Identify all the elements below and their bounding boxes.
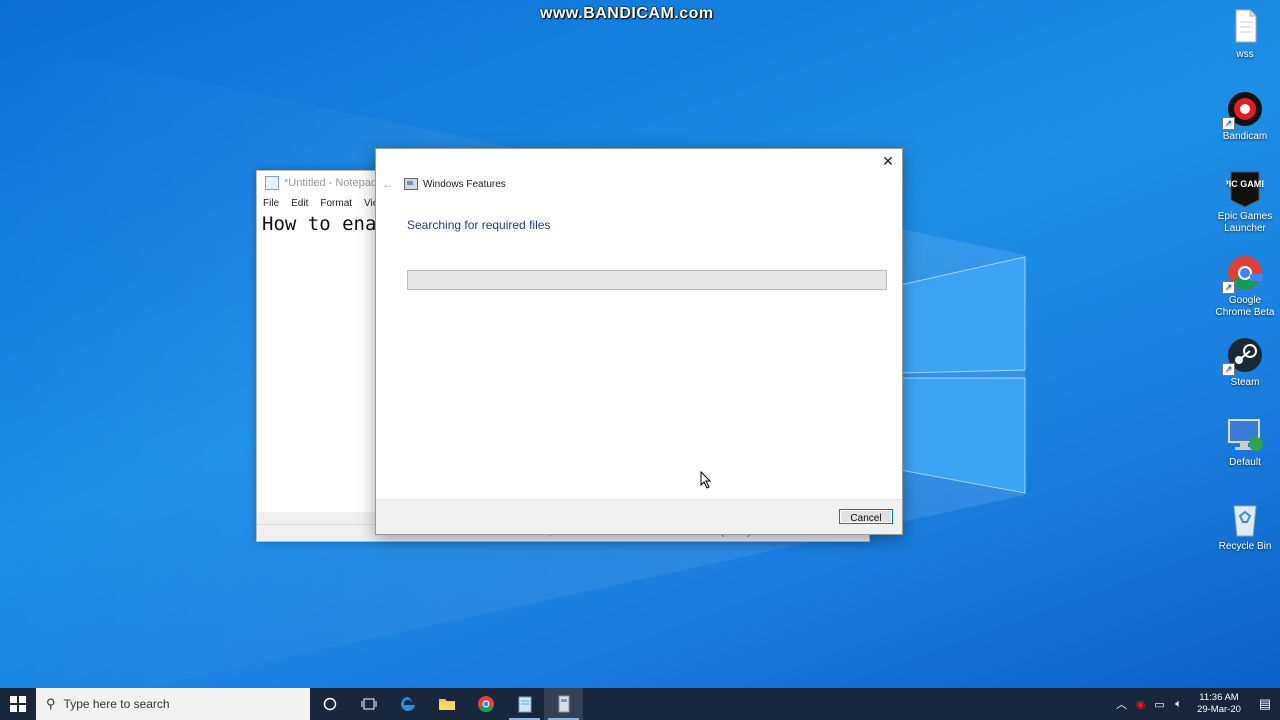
notification-icon[interactable]: ▤ — [1250, 696, 1280, 712]
menu-file[interactable]: File — [263, 198, 279, 209]
menu-edit[interactable]: Edit — [291, 198, 308, 209]
windows-features-icon — [404, 178, 418, 190]
windows-features-icon[interactable] — [544, 688, 583, 720]
file-explorer-icon[interactable] — [427, 688, 466, 720]
start-button[interactable] — [0, 688, 36, 720]
clock[interactable]: 11:36 AM 29-Mar-20 — [1188, 692, 1250, 716]
progress-bar — [407, 270, 887, 290]
search-icon: ⚲ — [46, 696, 56, 711]
desktop-icon-label: Epic Games Launcher — [1217, 211, 1273, 234]
chrome-beta-icon: ↗ — [1222, 254, 1264, 294]
windows-features-dialog[interactable]: ✕ ← Windows Features Searching for requi… — [375, 148, 903, 535]
dialog-footer: Cancel — [376, 499, 902, 534]
desktop-icon-label: Google Chrome Beta — [1215, 295, 1275, 318]
taskbar-search[interactable]: ⚲ Type here to search — [36, 688, 310, 720]
close-button[interactable]: ✕ — [880, 153, 896, 169]
document-icon — [1226, 8, 1264, 46]
clock-date: 29-Mar-20 — [1197, 704, 1241, 715]
taskbar: ⚲ Type here to search ︿ ◉ ▭ 🔈︎ 11:36 AM … — [0, 688, 1280, 720]
edge-icon[interactable] — [388, 688, 427, 720]
record-icon[interactable]: ◉ — [1131, 698, 1150, 711]
shortcut-arrow-icon: ↗ — [1222, 117, 1235, 130]
desktop-icon-default[interactable]: Default — [1210, 416, 1280, 469]
mouse-cursor-icon — [700, 471, 712, 489]
chrome-icon[interactable] — [466, 688, 505, 720]
cortana-icon[interactable] — [310, 688, 349, 720]
desktop-icon-label: wss — [1236, 49, 1254, 60]
notepad-title: *Untitled - Notepad — [284, 177, 377, 189]
desktop-icon-label: Steam — [1230, 377, 1260, 388]
desktop-icon-label: Recycle Bin — [1218, 541, 1272, 552]
desktop-icon-steam[interactable]: ↗ Steam — [1210, 336, 1280, 389]
shortcut-arrow-icon: ↗ — [1222, 281, 1235, 294]
task-view-icon[interactable] — [349, 688, 388, 720]
dialog-title: Windows Features — [423, 178, 506, 190]
clock-time: 11:36 AM — [1199, 692, 1239, 703]
desktop-icon-wss[interactable]: wss — [1210, 8, 1280, 61]
desktop-icon-label: Bandicam — [1222, 131, 1268, 142]
shortcut-arrow-icon: ↗ — [1222, 363, 1235, 376]
epic-games-icon: EPIC GAMES — [1217, 170, 1273, 208]
epic-logo-text: EPIC GAMES — [1226, 179, 1264, 189]
desktop-icon-label: Default — [1229, 457, 1261, 468]
dialog-heading: Searching for required files — [407, 218, 551, 232]
network-icon[interactable]: ▭ — [1150, 698, 1169, 711]
desktop-icon-chrome-beta[interactable]: ↗ Google Chrome Beta — [1210, 254, 1280, 319]
desktop-icon-recycle-bin[interactable]: Recycle Bin — [1210, 500, 1280, 553]
notepad-icon[interactable] — [505, 688, 544, 720]
system-tray: ︿ ◉ ▭ 🔈︎ 11:36 AM 29-Mar-20 ▤ — [1112, 688, 1280, 720]
desktop-icon-epic-games[interactable]: EPIC GAMES Epic Games Launcher — [1210, 170, 1280, 235]
notepad-icon — [265, 176, 279, 190]
desktop-icon-bandicam[interactable]: ↗ Bandicam — [1210, 90, 1280, 143]
steam-icon: ↗ — [1222, 336, 1264, 376]
search-placeholder: Type here to search — [63, 697, 170, 711]
menu-format[interactable]: Format — [320, 198, 352, 209]
bandicam-icon: ↗ — [1222, 90, 1264, 130]
recycle-bin-icon — [1226, 500, 1264, 538]
bandicam-watermark: www.BANDICAM.com — [540, 5, 714, 22]
chevron-up-icon[interactable]: ︿ — [1112, 696, 1131, 712]
cancel-button[interactable]: Cancel — [839, 509, 893, 524]
volume-icon[interactable]: 🔈︎ — [1169, 698, 1188, 711]
back-arrow-icon[interactable]: ← — [382, 177, 396, 191]
windows-logo-icon — [10, 696, 26, 712]
remote-desktop-icon — [1226, 416, 1264, 454]
dialog-header: ← Windows Features — [382, 177, 506, 191]
